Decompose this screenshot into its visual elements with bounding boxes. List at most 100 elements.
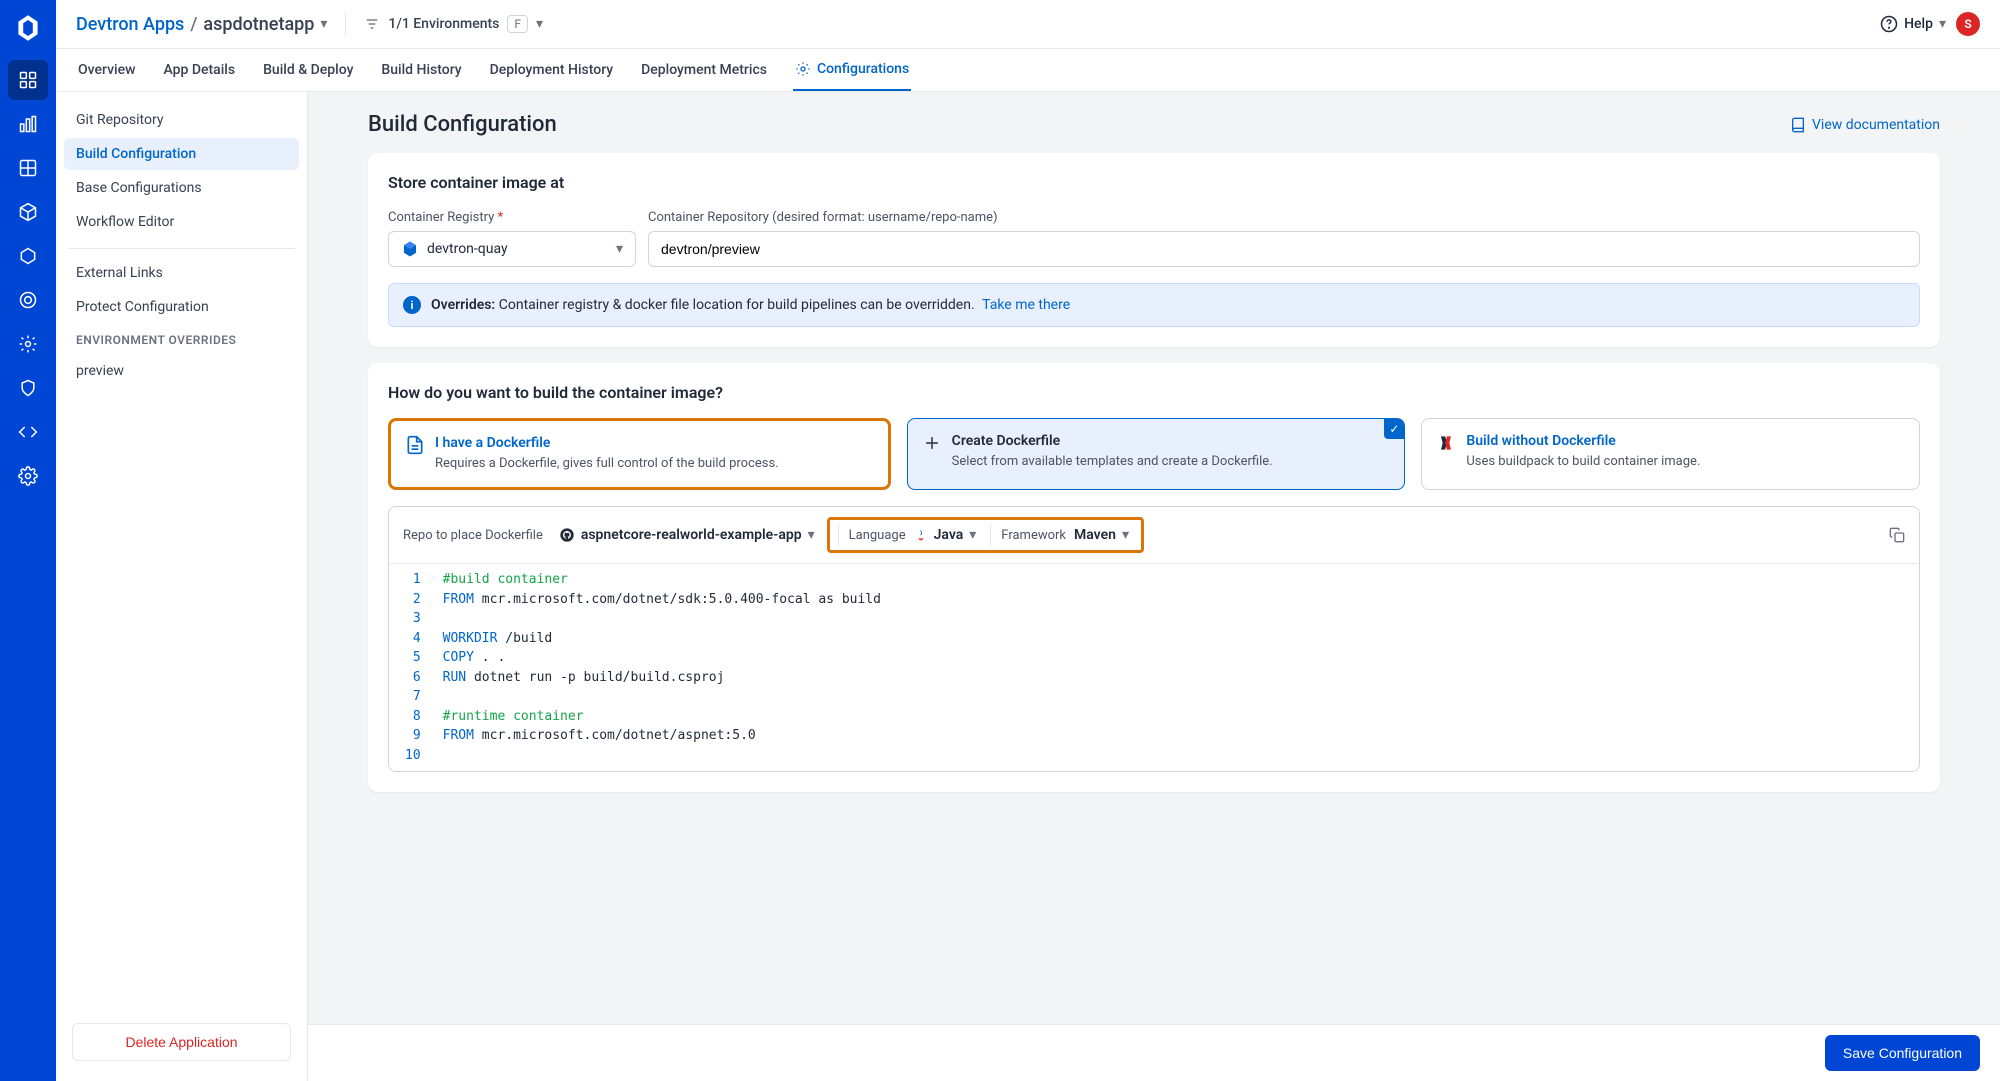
- sidebar-item-workflow[interactable]: Workflow Editor: [64, 206, 299, 238]
- content: Build Configuration View documentation S…: [308, 92, 2000, 1081]
- env-filter-shortcut: F: [507, 15, 528, 33]
- help-label: Help: [1904, 16, 1933, 32]
- env-filter-text: 1/1 Environments: [388, 16, 499, 32]
- repo-input[interactable]: [648, 231, 1920, 267]
- banner-text: Container registry & docker file locatio…: [499, 297, 975, 313]
- rail-settings-gear-icon[interactable]: [8, 324, 48, 364]
- build-method-card: How do you want to build the container i…: [368, 363, 1940, 792]
- overrides-banner: i Overrides: Container registry & docker…: [388, 283, 1920, 327]
- rail-target-icon[interactable]: [8, 280, 48, 320]
- build-question: How do you want to build the container i…: [388, 383, 1920, 402]
- tab-build-deploy[interactable]: Build & Deploy: [261, 49, 355, 91]
- github-icon: [559, 527, 575, 543]
- rail-apps-icon[interactable]: [8, 60, 48, 100]
- check-icon: ✓: [1384, 419, 1404, 439]
- chevron-down-icon: ▾: [1122, 527, 1129, 543]
- documentation-link[interactable]: View documentation: [1790, 117, 1940, 133]
- sidebar-item-protect[interactable]: Protect Configuration: [64, 291, 299, 323]
- lang-select[interactable]: Java ▾: [910, 525, 981, 545]
- env-filter[interactable]: 1/1 Environments F ▾: [364, 15, 543, 33]
- option-create-dockerfile[interactable]: ✓ Create Dockerfile Select from availabl…: [907, 418, 1406, 490]
- rail-code-icon[interactable]: [8, 412, 48, 452]
- registry-value: devtron-quay: [427, 241, 608, 257]
- registry-icon: [401, 240, 419, 258]
- topbar: Devtron Apps / aspdotnetapp ▾ 1/1 Enviro…: [56, 0, 2000, 49]
- editor-gutter: 12345678910: [389, 564, 431, 771]
- gear-icon: [795, 61, 811, 77]
- rail-gear-icon[interactable]: [8, 456, 48, 496]
- left-rail: [0, 0, 56, 1081]
- sidebar-divider: [68, 248, 295, 249]
- fw-label: Framework: [1001, 528, 1066, 543]
- java-icon: [914, 528, 928, 542]
- breadcrumb-sep: /: [190, 14, 197, 35]
- rail-shield-icon[interactable]: [8, 368, 48, 408]
- plus-icon: [922, 433, 942, 475]
- option-buildpack[interactable]: Build without Dockerfile Uses buildpack …: [1421, 418, 1920, 490]
- breadcrumb-chevron-icon[interactable]: ▾: [320, 16, 327, 32]
- editor-code[interactable]: #build containerFROM mcr.microsoft.com/d…: [431, 564, 893, 771]
- chevron-down-icon: ▾: [616, 241, 623, 257]
- avatar[interactable]: S: [1956, 12, 1980, 36]
- chevron-down-icon: ▾: [808, 527, 815, 543]
- sidebar-item-build-config[interactable]: Build Configuration: [64, 138, 299, 170]
- documentation-link-label: View documentation: [1812, 117, 1940, 133]
- book-icon: [1790, 117, 1806, 133]
- option-title: I have a Dockerfile: [435, 435, 779, 451]
- repo-label: Container Repository (desired format: us…: [648, 210, 1920, 225]
- env-filter-chevron-icon[interactable]: ▾: [536, 16, 543, 32]
- option-title: Build without Dockerfile: [1466, 433, 1700, 449]
- save-button[interactable]: Save Configuration: [1825, 1035, 1980, 1071]
- sidebar-item-external-links[interactable]: External Links: [64, 257, 299, 289]
- footer: Save Configuration: [308, 1024, 2000, 1081]
- option-desc: Requires a Dockerfile, gives full contro…: [435, 455, 779, 473]
- sidebar-item-git[interactable]: Git Repository: [64, 104, 299, 136]
- help-icon: [1880, 15, 1898, 33]
- fw-value: Maven: [1074, 527, 1116, 543]
- breadcrumb: Devtron Apps / aspdotnetapp ▾: [76, 14, 327, 35]
- sidebar-item-preview[interactable]: preview: [64, 355, 299, 387]
- tab-configurations[interactable]: Configurations: [793, 49, 911, 91]
- tab-deployment-metrics[interactable]: Deployment Metrics: [639, 49, 769, 91]
- filter-icon: [364, 16, 380, 32]
- help-button[interactable]: Help ▾: [1880, 15, 1946, 33]
- devtron-logo[interactable]: [8, 8, 48, 48]
- help-chevron-icon: ▾: [1939, 16, 1946, 32]
- chevron-down-icon: ▾: [969, 527, 976, 543]
- sidebar-overrides-heading: ENVIRONMENT OVERRIDES: [64, 325, 299, 355]
- lang-label: Language: [849, 528, 906, 543]
- banner-link[interactable]: Take me there: [982, 297, 1070, 313]
- buildpack-icon: [1436, 433, 1456, 475]
- repo-value: aspnetcore-realworld-example-app: [581, 527, 802, 543]
- fw-select[interactable]: Maven ▾: [1070, 525, 1133, 545]
- registry-select[interactable]: devtron-quay ▾: [388, 231, 636, 267]
- tab-overview[interactable]: Overview: [76, 49, 137, 91]
- info-icon: i: [403, 296, 421, 314]
- tabs: Overview App Details Build & Deploy Buil…: [56, 49, 2000, 92]
- breadcrumb-current: aspdotnetapp: [203, 14, 314, 35]
- sidebar: Git Repository Build Configuration Base …: [56, 92, 308, 1081]
- delete-application-button[interactable]: Delete Application: [72, 1023, 291, 1061]
- banner-bold: Overrides:: [431, 297, 495, 313]
- copy-button[interactable]: [1889, 527, 1905, 543]
- lang-value: Java: [934, 527, 964, 543]
- option-title: Create Dockerfile: [952, 433, 1273, 449]
- breadcrumb-root[interactable]: Devtron Apps: [76, 14, 184, 35]
- tab-deployment-history[interactable]: Deployment History: [488, 49, 615, 91]
- rail-box-icon[interactable]: [8, 236, 48, 276]
- file-icon: [405, 435, 425, 473]
- repo-select[interactable]: aspnetcore-realworld-example-app ▾: [555, 525, 819, 545]
- option-desc: Select from available templates and crea…: [952, 453, 1273, 471]
- tab-build-history[interactable]: Build History: [379, 49, 463, 91]
- dockerfile-editor: Repo to place Dockerfile aspnetcore-real…: [388, 506, 1920, 772]
- store-heading: Store container image at: [388, 173, 1920, 192]
- rail-charts-icon[interactable]: [8, 104, 48, 144]
- tab-configurations-label: Configurations: [817, 61, 909, 77]
- repo-place-label: Repo to place Dockerfile: [403, 528, 543, 543]
- sidebar-item-base-config[interactable]: Base Configurations: [64, 172, 299, 204]
- option-desc: Uses buildpack to build container image.: [1466, 453, 1700, 471]
- rail-package-icon[interactable]: [8, 192, 48, 232]
- option-have-dockerfile[interactable]: I have a Dockerfile Requires a Dockerfil…: [388, 418, 891, 490]
- tab-app-details[interactable]: App Details: [161, 49, 237, 91]
- rail-grid-icon[interactable]: [8, 148, 48, 188]
